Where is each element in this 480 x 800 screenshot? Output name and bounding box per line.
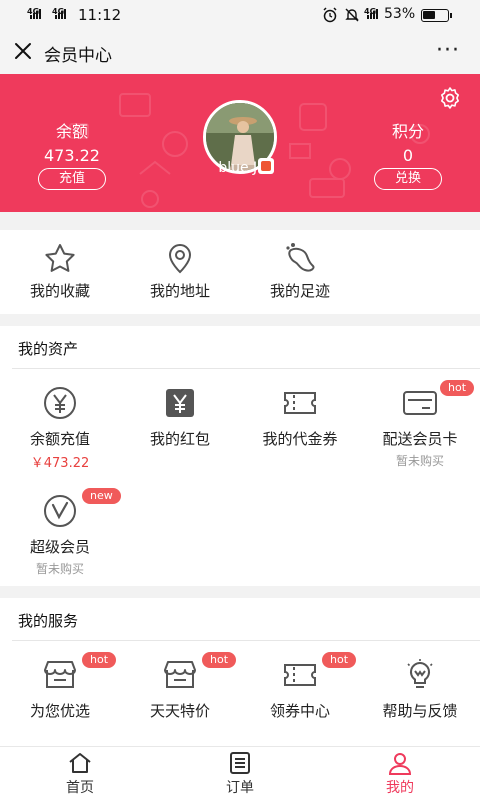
- service-label: 领券中心: [269, 702, 330, 720]
- bottom-tab-bar: 首页 订单 我的: [0, 746, 480, 800]
- tab-label: 订单: [226, 780, 254, 796]
- settings-gear-icon[interactable]: [438, 86, 462, 110]
- signal-bars-2-icon: [55, 9, 66, 19]
- services-card: 我的服务 为您优选 hot 天天特价 hot 领券中心 hot 帮助与反馈: [0, 598, 480, 746]
- lightbulb-icon: [407, 659, 433, 688]
- mute-bell-icon: [345, 8, 359, 22]
- section-divider: [12, 640, 480, 641]
- asset-status: 暂未购买: [35, 562, 84, 576]
- asset-super-member[interactable]: 超级会员 暂未购买: [0, 494, 120, 577]
- footprint-icon: [286, 243, 315, 272]
- quick-link-label: 我的足迹: [269, 282, 330, 300]
- close-icon[interactable]: [12, 40, 34, 62]
- asset-balance-amount: ￥473.22: [30, 456, 90, 471]
- asset-voucher[interactable]: 我的代金券: [240, 386, 360, 449]
- status-bar: 4G 4G 11:12 4G 53%: [0, 0, 480, 30]
- new-tag: new: [82, 488, 121, 504]
- tab-home[interactable]: 首页: [20, 751, 140, 797]
- yen-circle-icon: [44, 387, 76, 419]
- hot-tag: hot: [440, 380, 475, 396]
- hot-tag: hot: [202, 652, 237, 668]
- service-label: 为您优选: [29, 702, 90, 720]
- quick-link-footprints[interactable]: 我的足迹: [240, 242, 360, 301]
- assets-card: 我的资产 余额充值 ￥473.22 我的红包 我的代金券 配送会员卡 暂未购买 …: [0, 326, 480, 586]
- service-label: 帮助与反馈: [382, 702, 458, 720]
- battery-icon: [421, 9, 452, 22]
- points-label: 积分: [391, 122, 424, 141]
- points-block[interactable]: 积分 0: [368, 118, 448, 165]
- points-value: 0: [402, 146, 414, 165]
- tab-orders[interactable]: 订单: [180, 751, 300, 797]
- asset-balance-recharge[interactable]: 余额充值 ￥473.22: [0, 386, 120, 471]
- network-bars-icon: [367, 9, 378, 19]
- home-icon: [69, 753, 91, 773]
- assets-section-title: 我的资产: [18, 340, 79, 358]
- asset-label: 我的代金券: [262, 430, 338, 448]
- quick-link-address[interactable]: 我的地址: [120, 242, 240, 301]
- balance-label: 余额: [55, 122, 88, 141]
- store-icon: [164, 661, 196, 688]
- asset-label: 我的红包: [149, 430, 210, 448]
- ticket-icon: [284, 664, 316, 686]
- quick-link-label: 我的地址: [149, 282, 210, 300]
- store-icon: [44, 661, 76, 688]
- red-packet-icon: [166, 389, 194, 417]
- recharge-button[interactable]: 充值: [38, 168, 106, 190]
- card-icon: [403, 391, 437, 415]
- star-icon: [45, 244, 75, 272]
- asset-red-packet[interactable]: 我的红包: [120, 386, 240, 449]
- quick-link-label: 我的收藏: [29, 282, 90, 300]
- service-help-feedback[interactable]: 帮助与反馈: [360, 658, 480, 721]
- asset-label: 超级会员: [29, 538, 90, 556]
- asset-delivery-card[interactable]: 配送会员卡 暂未购买: [360, 386, 480, 469]
- title-bar: 会员中心 ···: [0, 30, 480, 74]
- balance-value: 473.22: [44, 146, 100, 165]
- alarm-icon: [323, 7, 337, 23]
- more-menu-button[interactable]: ···: [436, 38, 460, 63]
- quick-links-card: 我的收藏 我的地址 我的足迹: [0, 230, 480, 314]
- quick-link-favorites[interactable]: 我的收藏: [0, 242, 120, 301]
- super-member-icon: [44, 495, 76, 527]
- tab-label: 首页: [66, 780, 94, 796]
- hot-tag: hot: [82, 652, 117, 668]
- username: blue J.: [218, 160, 262, 176]
- hot-tag: hot: [322, 652, 357, 668]
- tab-mine[interactable]: 我的: [340, 751, 460, 797]
- battery-percent: 53%: [384, 6, 416, 22]
- location-pin-icon: [168, 244, 192, 274]
- member-header: 余额 473.22 充值 blue J. 积分 0 兑换: [0, 74, 480, 212]
- status-time: 11:12: [78, 6, 122, 24]
- service-label: 天天特价: [149, 702, 210, 720]
- voucher-icon: [284, 392, 316, 414]
- section-divider: [12, 368, 480, 369]
- exchange-button[interactable]: 兑换: [374, 168, 442, 190]
- page-title: 会员中心: [44, 46, 112, 66]
- user-icon: [388, 753, 412, 775]
- balance-block[interactable]: 余额 473.22: [32, 118, 112, 165]
- services-section-title: 我的服务: [18, 612, 79, 630]
- asset-status: 暂未购买: [395, 454, 444, 468]
- order-list-icon: [230, 752, 250, 774]
- signal-bars-1-icon: [30, 9, 41, 19]
- asset-label: 配送会员卡: [382, 430, 458, 448]
- tab-label: 我的: [386, 780, 414, 796]
- asset-label: 余额充值: [29, 430, 90, 448]
